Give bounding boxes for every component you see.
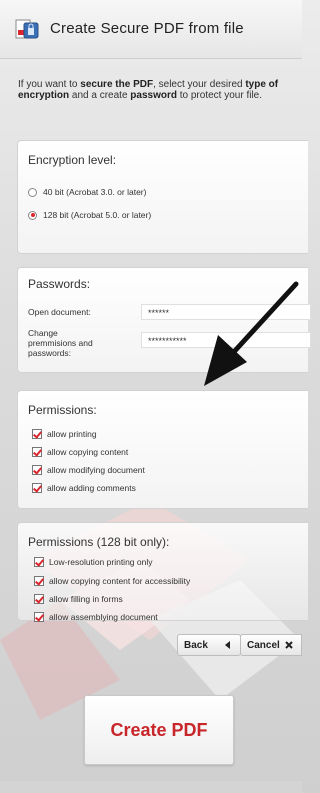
cancel-label: Cancel (247, 639, 280, 651)
checkbox-allow-modifying[interactable]: allow modifying document (32, 465, 145, 475)
cancel-button[interactable]: Cancel (240, 634, 302, 656)
chevron-left-icon (224, 641, 230, 649)
radio-40bit[interactable]: 40 bit (Acrobat 3.0. or later) (28, 187, 146, 197)
checkbox-label: allow filling in forms (49, 594, 123, 604)
permissions128-title: Permissions (128 bit only): (28, 535, 170, 549)
checkbox-label: allow copying content (47, 447, 129, 457)
checkbox-label: allow copying content for accessibility (49, 576, 191, 586)
checkbox[interactable] (32, 429, 42, 439)
checkbox-label: Low-resolution printing only (49, 557, 153, 567)
change-permissions-label: Change premmisions and passwords: (28, 328, 93, 358)
open-document-label: Open document: (28, 307, 91, 317)
close-icon (285, 641, 293, 649)
checkbox-label: allow modifying document (47, 465, 145, 475)
checkbox-label: allow printing (47, 429, 97, 439)
checkbox-low-res[interactable]: Low-resolution printing only (34, 557, 152, 567)
radio-button[interactable] (28, 187, 37, 197)
checkbox[interactable] (32, 465, 42, 475)
pdf-lock-icon (15, 19, 39, 39)
checkbox[interactable] (32, 483, 42, 493)
permissions-title: Permissions: (28, 403, 97, 417)
checkbox[interactable] (32, 447, 42, 457)
checkbox-label: allow adding comments (47, 483, 136, 493)
permissions128-panel: Permissions (128 bit only): Low-resoluti… (17, 522, 308, 622)
app-window: Create Secure PDF from file If you want … (0, 0, 311, 793)
checkbox-allow-printing[interactable]: allow printing (32, 429, 97, 439)
encryption-panel: Encryption level: 40 bit (Acrobat 3.0. o… (17, 140, 308, 254)
checkbox-filling-forms[interactable]: allow filling in forms (34, 594, 123, 604)
checkbox-allow-copying[interactable]: allow copying content (32, 447, 128, 457)
change-permissions-password-input[interactable]: *********** (141, 332, 311, 348)
checkbox-assembly[interactable]: allow assemblying document (34, 612, 158, 622)
radio-button-selected[interactable] (28, 210, 37, 220)
checkbox-allow-comments[interactable]: allow adding comments (32, 483, 136, 493)
radio-label: 40 bit (Acrobat 3.0. or later) (43, 187, 147, 197)
header: Create Secure PDF from file (0, 0, 302, 59)
checkbox[interactable] (34, 594, 44, 604)
create-pdf-button[interactable]: Create PDF (84, 695, 234, 765)
checkbox-label: allow assemblying document (49, 612, 158, 622)
back-button[interactable]: Back (177, 634, 241, 656)
radio-128bit[interactable]: 128 bit (Acrobat 5.0. or later) (28, 210, 151, 220)
open-document-password-input[interactable]: ****** (141, 304, 311, 320)
bottom-bar (0, 781, 302, 793)
radio-label: 128 bit (Acrobat 5.0. or later) (43, 210, 152, 220)
page-title: Create Secure PDF from file (50, 20, 244, 37)
checkbox-accessibility[interactable]: allow copying content for accessibility (34, 576, 190, 586)
back-label: Back (184, 639, 208, 651)
intro-text: If you want to secure the PDF, select yo… (18, 79, 279, 101)
passwords-panel: Passwords: Open document: ****** Change … (17, 267, 311, 373)
encryption-title: Encryption level: (28, 153, 117, 167)
checkbox[interactable] (34, 576, 44, 586)
passwords-title: Passwords: (28, 277, 91, 291)
permissions-panel: Permissions: allow printing allow copyin… (17, 390, 308, 509)
checkbox[interactable] (34, 557, 44, 567)
checkbox[interactable] (34, 612, 44, 622)
